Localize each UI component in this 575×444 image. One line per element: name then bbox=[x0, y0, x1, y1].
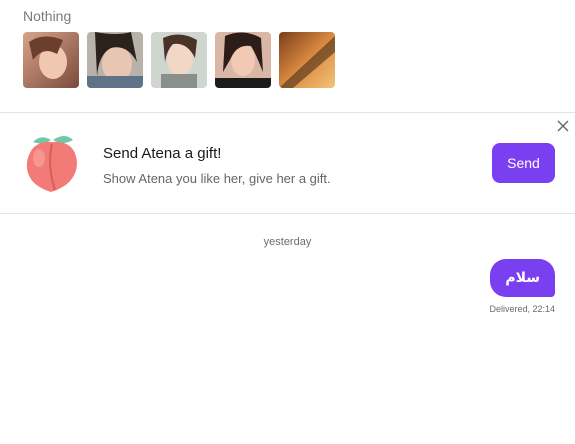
profile-photo-5[interactable] bbox=[279, 32, 335, 88]
message-status: Delivered, 22:14 bbox=[489, 304, 555, 314]
profile-photo-4[interactable] bbox=[215, 32, 271, 88]
send-gift-button[interactable]: Send bbox=[492, 143, 555, 183]
outgoing-message-bubble[interactable]: سلام bbox=[490, 259, 555, 297]
peach-icon bbox=[26, 136, 77, 192]
divider bbox=[0, 213, 575, 214]
profile-photo-3[interactable] bbox=[151, 32, 207, 88]
gift-title: Send Atena a gift! bbox=[103, 145, 222, 162]
profile-photo-1[interactable] bbox=[23, 32, 79, 88]
gift-card bbox=[0, 113, 575, 213]
section-label: Nothing bbox=[23, 8, 72, 24]
close-icon[interactable] bbox=[556, 119, 570, 133]
profile-photos-section: Nothing bbox=[0, 0, 575, 112]
gift-subtitle: Show Atena you like her, give her a gift… bbox=[103, 171, 331, 186]
profile-photo-2[interactable] bbox=[87, 32, 143, 88]
photo-strip bbox=[23, 32, 335, 88]
date-separator: yesterday bbox=[263, 236, 312, 248]
